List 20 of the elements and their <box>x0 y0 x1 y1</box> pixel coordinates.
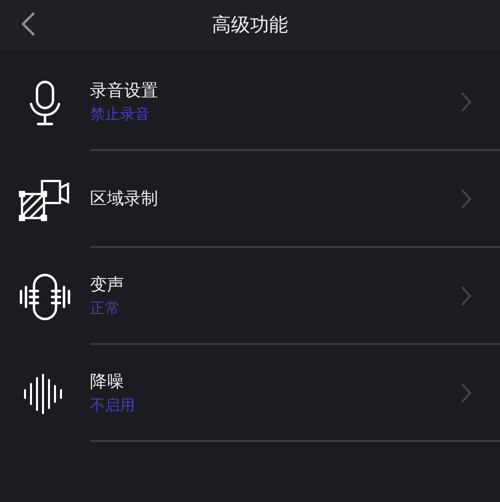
item-label: 区域录制 <box>90 188 159 210</box>
chevron-icon <box>460 284 472 306</box>
item-label: 变声 <box>90 274 125 296</box>
chevron-icon <box>460 188 472 210</box>
video-region-icon <box>18 178 72 222</box>
item-label: 录音设置 <box>90 80 159 102</box>
back-icon <box>20 11 36 37</box>
settings-item[interactable]: 降噪 不启用 <box>90 345 500 442</box>
chevron-icon <box>460 382 472 404</box>
microphone-icon <box>28 80 62 126</box>
item-value: 正常 <box>90 299 121 318</box>
voice-microphone-icon <box>18 272 72 320</box>
item-label: 降噪 <box>90 371 125 393</box>
item-value: 不启用 <box>90 396 136 415</box>
settings-item[interactable]: 变声 正常 <box>90 248 500 345</box>
chevron-icon <box>460 90 472 112</box>
item-value: 禁止录音 <box>90 105 151 124</box>
settings-item[interactable]: 录音设置 禁止录音 <box>90 54 500 151</box>
page-title: 高级功能 <box>212 13 288 38</box>
settings-item[interactable]: 区域录制 <box>90 151 500 248</box>
